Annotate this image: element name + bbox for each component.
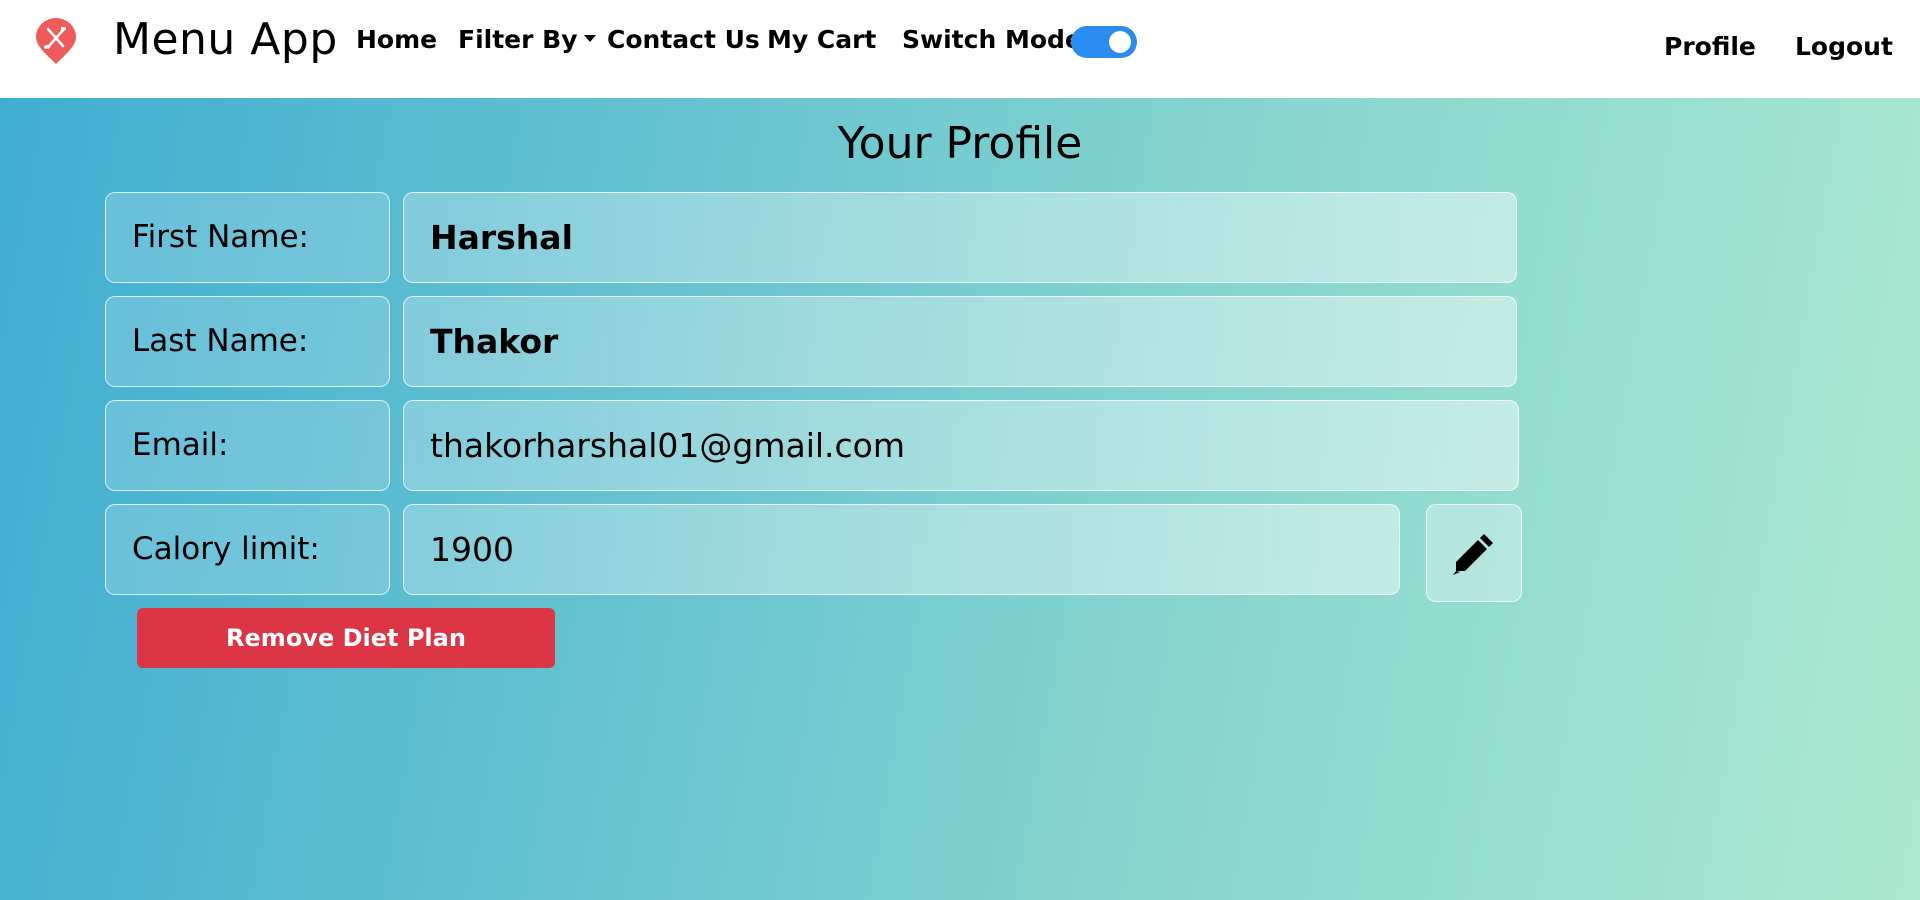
first-name-label: First Name: — [105, 192, 390, 283]
restaurant-pin-icon[interactable] — [34, 18, 78, 66]
nav-logout[interactable]: Logout — [1795, 31, 1893, 63]
email-label: Email: — [105, 400, 390, 491]
edit-calory-button[interactable] — [1426, 504, 1522, 602]
toggle-knob — [1109, 31, 1131, 53]
last-name-label: Last Name: — [105, 296, 390, 387]
nav-profile[interactable]: Profile — [1664, 31, 1756, 63]
nav-contact-us[interactable]: Contact Us — [607, 24, 760, 56]
switch-mode-label: Switch Mode — [902, 25, 1082, 54]
navbar: Menu App Home Filter By Contact Us My Ca… — [0, 0, 1920, 98]
email-value: thakorharshal01@gmail.com — [403, 400, 1519, 491]
brand-title[interactable]: Menu App — [113, 10, 338, 70]
page-title: Your Profile — [837, 118, 1083, 169]
calory-limit-label: Calory limit: — [105, 504, 390, 595]
switch-mode-toggle[interactable] — [1071, 26, 1137, 58]
profile-section: Your Profile First Name: Harshal Last Na… — [0, 98, 1920, 900]
nav-filter-by[interactable]: Filter By — [458, 24, 596, 56]
nav-filter-by-label: Filter By — [458, 25, 578, 54]
pencil-icon — [1453, 534, 1493, 575]
remove-diet-plan-button[interactable]: Remove Diet Plan — [137, 608, 555, 668]
first-name-value: Harshal — [403, 192, 1517, 283]
nav-home[interactable]: Home — [356, 24, 437, 56]
nav-my-cart[interactable]: My Cart — [767, 24, 876, 56]
caret-down-icon — [583, 34, 596, 42]
calory-limit-value: 1900 — [403, 504, 1400, 595]
last-name-value: Thakor — [403, 296, 1517, 387]
